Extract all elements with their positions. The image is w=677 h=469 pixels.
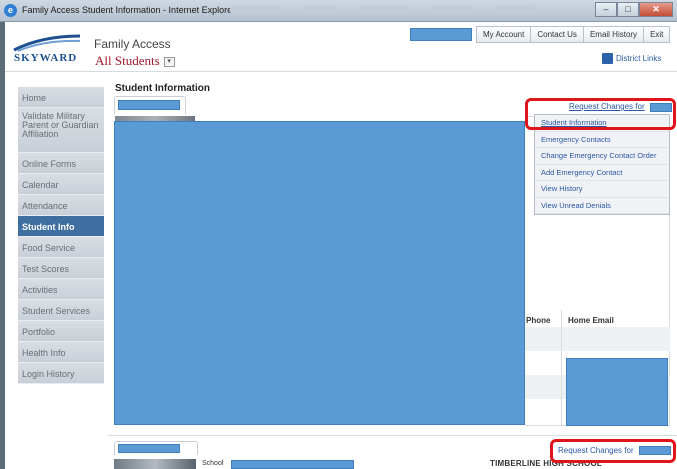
sidebar-item-health-info[interactable]: Health Info bbox=[18, 342, 104, 363]
close-button[interactable]: ✕ bbox=[639, 2, 673, 17]
page-title: Student Information bbox=[115, 83, 210, 94]
section-divider bbox=[108, 435, 677, 436]
school-label: School bbox=[202, 460, 224, 467]
highlight-annotation bbox=[525, 98, 676, 130]
minimize-button[interactable]: – bbox=[595, 2, 617, 17]
sidebar-item-student-info[interactable]: Student Info bbox=[18, 216, 104, 237]
sidebar-item-home[interactable]: Home bbox=[18, 87, 104, 108]
menu-item-view-unread-denials[interactable]: View Unread Denials bbox=[535, 198, 669, 214]
blurred-tab bbox=[430, 6, 475, 14]
column-divider bbox=[561, 310, 562, 426]
sidebar-item-portfolio[interactable]: Portfolio bbox=[18, 321, 104, 342]
blurred-tab bbox=[230, 6, 280, 14]
app-title: Family Access bbox=[94, 37, 171, 51]
sidebar-item-activities[interactable]: Activities bbox=[18, 279, 104, 300]
student-selector[interactable]: All Students ▾ bbox=[95, 53, 175, 69]
window-title: Family Access Student Information - Inte… bbox=[22, 5, 236, 15]
sidebar-item-login-history[interactable]: Login History bbox=[18, 363, 104, 384]
menu-item-emergency-contacts[interactable]: Emergency Contacts bbox=[535, 132, 669, 148]
blurred-tab bbox=[300, 6, 340, 14]
redacted-user-name bbox=[410, 28, 472, 41]
sidebar-item-calendar[interactable]: Calendar bbox=[18, 174, 104, 195]
home-email-column-header: Home Email bbox=[568, 316, 614, 325]
window-controls: – □ ✕ bbox=[595, 2, 673, 17]
district-links-label: District Links bbox=[616, 54, 662, 63]
maximize-button[interactable]: □ bbox=[617, 2, 639, 17]
blurred-tab bbox=[495, 6, 535, 14]
redacted-home-email bbox=[566, 358, 668, 426]
top-navigation: My Account Contact Us Email History Exit bbox=[410, 26, 671, 43]
sidebar-item-validate-military[interactable]: Validate Military Parent or Guardian Aff… bbox=[18, 108, 104, 153]
my-account-button[interactable]: My Account bbox=[476, 26, 532, 43]
redacted-student-information bbox=[114, 121, 525, 425]
skyward-logo[interactable]: SKYWARD bbox=[14, 52, 77, 64]
menu-item-add-emergency-contact[interactable]: Add Emergency Contact bbox=[535, 165, 669, 181]
menu-item-change-emergency-contact-order[interactable]: Change Emergency Contact Order bbox=[535, 148, 669, 165]
sidebar-item-attendance[interactable]: Attendance bbox=[18, 195, 104, 216]
internet-explorer-icon: e bbox=[4, 4, 17, 17]
district-links-link[interactable]: District Links bbox=[602, 53, 661, 64]
blurred-tab bbox=[360, 6, 408, 14]
email-history-button[interactable]: Email History bbox=[583, 26, 645, 43]
sidebar-item-test-scores[interactable]: Test Scores bbox=[18, 258, 104, 279]
highlight-annotation bbox=[550, 439, 676, 463]
menu-item-view-history[interactable]: View History bbox=[535, 181, 669, 198]
phone-column-header: Phone bbox=[526, 316, 551, 325]
student-photo bbox=[114, 459, 196, 469]
sidebar-item-student-services[interactable]: Student Services bbox=[18, 300, 104, 321]
redacted-school-value bbox=[231, 460, 354, 469]
chevron-down-icon[interactable]: ▾ bbox=[163, 57, 175, 68]
redacted-student-tab-label bbox=[118, 100, 180, 110]
sidebar-item-online-forms[interactable]: Online Forms bbox=[18, 153, 104, 174]
redacted-student-tab-label bbox=[118, 444, 180, 453]
table-row bbox=[525, 327, 670, 351]
left-edge-strip bbox=[0, 22, 5, 469]
sidebar-item-food-service[interactable]: Food Service bbox=[18, 237, 104, 258]
student-selector-value: All Students bbox=[95, 53, 160, 68]
contact-us-button[interactable]: Contact Us bbox=[531, 26, 584, 43]
window-titlebar: e Family Access Student Information - In… bbox=[0, 0, 677, 22]
skyward-logo-swoosh-icon bbox=[13, 34, 81, 52]
sidebar-nav: Home Validate Military Parent or Guardia… bbox=[18, 87, 104, 384]
district-links-icon bbox=[602, 53, 613, 64]
exit-button[interactable]: Exit bbox=[644, 26, 671, 43]
